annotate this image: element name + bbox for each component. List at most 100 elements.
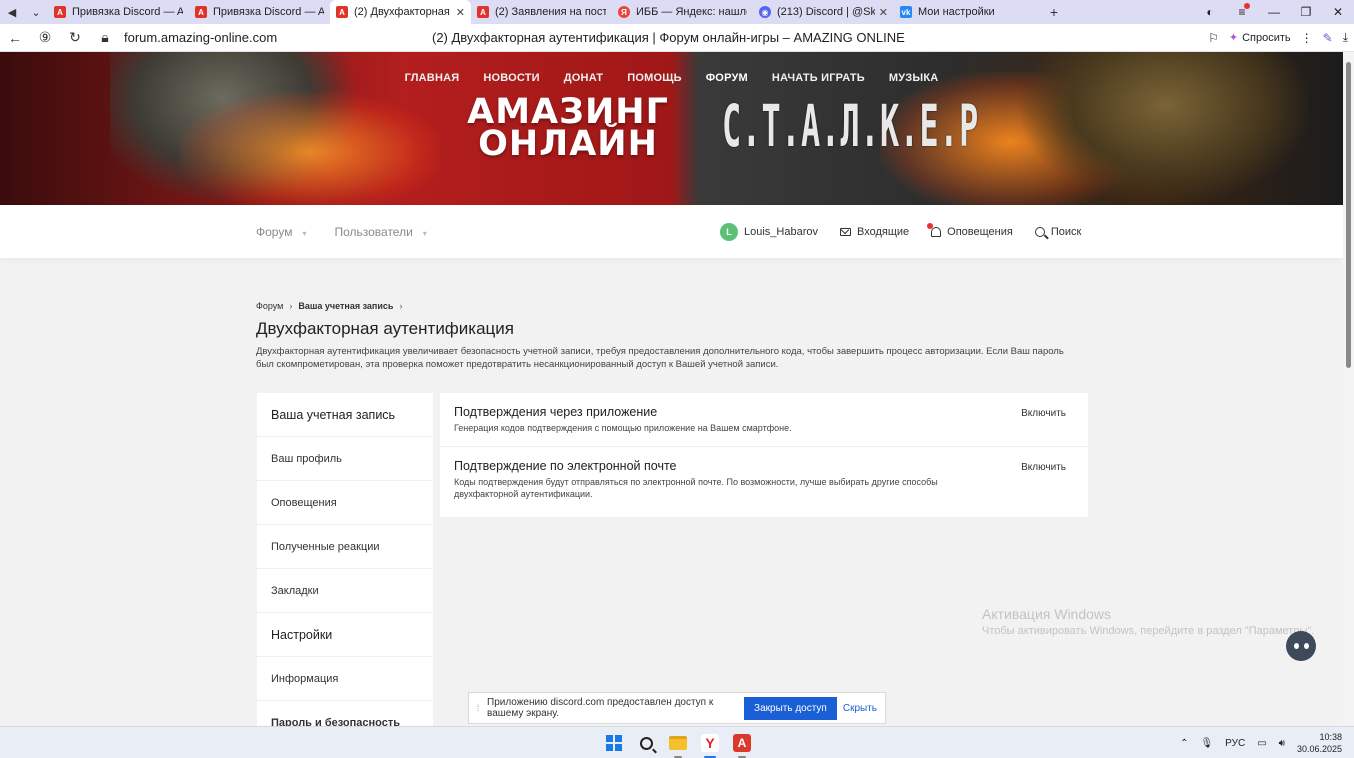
ask-button[interactable]: ✦ Спросить [1229, 31, 1291, 45]
start-icon[interactable] [603, 732, 625, 754]
watermark-subtitle: Чтобы активировать Windows, перейдите в … [982, 625, 1315, 637]
page-viewport: ГЛАВНАЯ НОВОСТИ ДОНАТ ПОМОЩЬ ФОРУМ НАЧАТ… [0, 52, 1343, 726]
method-title: Подтверждения через приложение [454, 405, 658, 419]
browser-tab-5[interactable]: Я ИББ — Яндекс: нашлось [612, 1, 753, 23]
inbox-link[interactable]: Входящие [840, 226, 909, 238]
assistant-bot-icon[interactable] [1286, 631, 1316, 661]
browser-tab-2[interactable]: A Привязка Discord — AMA [189, 1, 330, 23]
envelope-icon [840, 227, 851, 236]
breadcrumb-forum[interactable]: Форум [256, 301, 283, 311]
bot-eye-icon [1293, 643, 1299, 649]
window-controls: ◐ ≡ — ❐ ✕ [1194, 0, 1354, 24]
account-sidebar: Ваша учетная запись Ваш профиль Оповещен… [257, 393, 433, 726]
breadcrumb: Форум › Ваша учетная запись › [256, 301, 402, 311]
page-description: Двухфакторная аутентификация увеличивает… [256, 346, 1064, 370]
nav-donate[interactable]: ДОНАТ [564, 72, 603, 84]
browser-tab-3-active[interactable]: A (2) Двухфакторная аут ✕ [330, 0, 471, 24]
account-link[interactable]: L Louis_Habarov [720, 222, 818, 241]
scrollbar-thumb[interactable] [1346, 62, 1351, 368]
menu-icon[interactable]: ≡ [1226, 3, 1258, 19]
enable-email-button[interactable]: Включить [1021, 462, 1066, 473]
users-menu[interactable]: Пользователи [334, 225, 426, 239]
sidebar-item-security[interactable]: Пароль и безопасность [257, 701, 433, 727]
nav-start-playing[interactable]: НАЧАТЬ ИГРАТЬ [772, 72, 865, 84]
yandex-browser-icon[interactable]: Y [699, 732, 721, 758]
bell-icon [927, 222, 942, 237]
pen-icon[interactable]: ✎ [1323, 31, 1333, 45]
sidebar-item-profile[interactable]: Ваш профиль [257, 437, 433, 481]
sidebar-item-alerts[interactable]: Оповещения [257, 481, 433, 525]
bookmark-icon[interactable]: ⚐ [1208, 31, 1219, 45]
page-title: Двухфакторная аутентификация [256, 319, 514, 338]
browser-tab-4[interactable]: A (2) Заявления на пост ли [471, 1, 612, 23]
close-tab-icon[interactable]: ✕ [879, 6, 888, 19]
ask-label: Спросить [1242, 31, 1291, 44]
browser-tab-6[interactable]: ◉ (213) Discord | @Sk ✕ [753, 1, 894, 23]
nav-forum[interactable]: ФОРУМ [706, 72, 748, 84]
network-icon[interactable]: ▭ [1257, 738, 1266, 749]
watermark-title: Активация Windows [982, 606, 1112, 622]
browser-tab-7[interactable]: vk Мои настройки [894, 1, 1035, 23]
back-icon[interactable]: ← [0, 24, 30, 52]
amazing-favicon-icon: A [477, 6, 489, 18]
nav-help[interactable]: ПОМОЩЬ [627, 72, 682, 84]
sidebar-section-account[interactable]: Ваша учетная запись [257, 393, 433, 437]
search-icon [1034, 226, 1045, 237]
share-message: Приложению discord.com предоставлен дост… [487, 697, 714, 719]
bot-eye-icon [1303, 643, 1309, 649]
system-clock[interactable]: 10:38 30.06.2025 [1297, 731, 1342, 755]
more-menu-icon[interactable]: ⋮ [1301, 31, 1313, 45]
tab-title: (2) Двухфакторная аут [354, 6, 452, 18]
minimize-icon[interactable]: — [1258, 5, 1290, 19]
alerts-link[interactable]: Оповещения [927, 222, 1013, 238]
vk-favicon-icon: vk [900, 6, 912, 18]
volume-icon[interactable]: 🔊︎ [1279, 738, 1285, 749]
new-tab-button[interactable]: + [1043, 1, 1065, 23]
profile-icon[interactable]: ◐ [1194, 5, 1226, 19]
close-window-icon[interactable]: ✕ [1322, 5, 1354, 19]
banner-flame-left [180, 92, 440, 205]
breadcrumb-account[interactable]: Ваша учетная запись [298, 301, 393, 311]
page-scrollbar[interactable] [1343, 52, 1354, 726]
sidebar-item-info[interactable]: Информация [257, 657, 433, 701]
amazing-launcher-icon[interactable]: A [731, 732, 753, 758]
nav-home[interactable]: ГЛАВНАЯ [405, 72, 460, 84]
method-description: Генерация кодов подтверждения с помощью … [454, 423, 792, 433]
drag-handle-icon[interactable]: ⁞ [469, 703, 487, 713]
method-description: Коды подтверждения будут отправляться по… [454, 477, 938, 499]
tab-title: (213) Discord | @Sk [777, 6, 875, 18]
site-banner: ГЛАВНАЯ НОВОСТИ ДОНАТ ПОМОЩЬ ФОРУМ НАЧАТ… [0, 52, 1343, 205]
sidebar-item-bookmarks[interactable]: Закладки [257, 569, 433, 613]
enable-app-button[interactable]: Включить [1021, 408, 1066, 419]
tab-list-chevron-icon[interactable]: ⌄ [24, 0, 48, 24]
sidebar-section-settings[interactable]: Настройки [257, 613, 433, 657]
download-icon[interactable]: ⤓ [1343, 30, 1348, 45]
close-tab-icon[interactable]: ✕ [456, 6, 465, 19]
tab-title: (2) Заявления на пост ли [495, 6, 606, 18]
microphone-icon[interactable]: 🎙︎ [1200, 738, 1213, 749]
tab-audio-icon[interactable]: ◀ [0, 0, 24, 24]
taskbar-search-icon[interactable] [635, 732, 657, 754]
lock-icon[interactable]: 🔒︎ [90, 24, 120, 52]
tray-chevron-icon[interactable]: ⌃ [1180, 738, 1188, 749]
tab-title: ИББ — Яндекс: нашлось [636, 6, 747, 18]
screen-share-bar: ⁞ Приложению discord.com предоставлен до… [468, 692, 886, 724]
browser-tab-1[interactable]: A Привязка Discord — AMA [48, 1, 189, 23]
page-title-display: (2) Двухфакторная аутентификация | Форум… [432, 30, 905, 45]
nav-music[interactable]: МУЗЫКА [889, 72, 939, 84]
forum-header: Форум Пользователи L Louis_Habarov Входя… [0, 205, 1343, 258]
yandex-favicon-icon: Я [618, 6, 630, 18]
reload-icon[interactable]: ↻ [60, 24, 90, 52]
hide-button[interactable]: Скрыть [843, 703, 877, 714]
amazing-online-logo[interactable]: АМАЗИНГ ОНЛАЙН [446, 95, 690, 162]
forum-menu[interactable]: Форум [256, 225, 306, 239]
yandex-protect-icon[interactable]: ⑨ [30, 24, 60, 52]
language-indicator[interactable]: РУС [1225, 738, 1245, 749]
close-access-button[interactable]: Закрыть доступ [744, 696, 837, 720]
nav-news[interactable]: НОВОСТИ [483, 72, 539, 84]
maximize-icon[interactable]: ❐ [1290, 5, 1322, 19]
sidebar-item-reactions[interactable]: Полученные реакции [257, 525, 433, 569]
url-field[interactable]: forum.amazing-online.com [124, 30, 424, 45]
search-link[interactable]: Поиск [1034, 226, 1081, 238]
file-explorer-icon[interactable] [667, 732, 689, 758]
